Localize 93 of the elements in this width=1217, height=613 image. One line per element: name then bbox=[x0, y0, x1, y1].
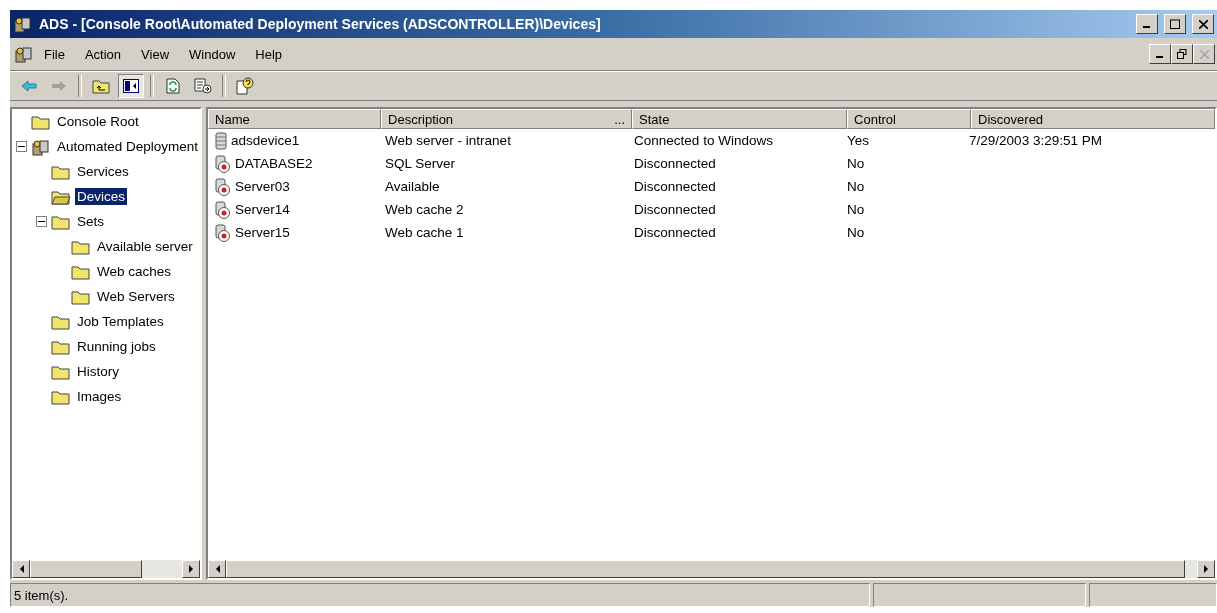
table-cell: Server03 bbox=[235, 179, 290, 194]
table-cell: Disconnected bbox=[634, 179, 716, 194]
help-icon bbox=[236, 77, 254, 95]
refresh-icon bbox=[166, 78, 180, 94]
table-cell: Disconnected bbox=[634, 202, 716, 217]
table-cell: Available bbox=[385, 179, 440, 194]
table-cell: Web cache 2 bbox=[385, 202, 464, 217]
folder-icon bbox=[51, 313, 71, 330]
scrollbar[interactable] bbox=[12, 560, 201, 578]
tree-item[interactable]: Devices bbox=[75, 188, 127, 205]
table-cell: Disconnected bbox=[634, 225, 716, 240]
menu-item[interactable]: File bbox=[34, 46, 75, 62]
server-stack-icon bbox=[31, 137, 51, 156]
folder-icon bbox=[71, 288, 91, 305]
folder-icon bbox=[31, 113, 51, 130]
table-cell: Server14 bbox=[235, 202, 290, 217]
scroll-right-icon bbox=[1203, 565, 1209, 573]
tree-item[interactable]: Web caches bbox=[95, 263, 174, 280]
scroll-left-icon bbox=[214, 565, 220, 573]
forward-arrow-icon bbox=[51, 80, 67, 92]
folder-icon bbox=[51, 338, 71, 355]
table-cell: adsdevice1 bbox=[231, 133, 300, 148]
tree-item[interactable]: History bbox=[75, 363, 121, 380]
table-cell: No bbox=[847, 179, 865, 194]
table-cell: Web server - intranet bbox=[385, 133, 511, 148]
menu-item[interactable]: View bbox=[131, 46, 180, 62]
menu-item[interactable]: Action bbox=[74, 46, 132, 62]
tree-item[interactable]: Running jobs bbox=[75, 338, 158, 355]
menu-item[interactable]: Window bbox=[179, 46, 246, 62]
folder-icon bbox=[71, 263, 91, 280]
table-cell: 7/29/2003 3:29:51 PM bbox=[969, 133, 1102, 148]
tree-item[interactable]: Job Templates bbox=[75, 313, 166, 330]
maximize-button[interactable] bbox=[1164, 14, 1186, 34]
tree-item[interactable]: Automated Deployment bbox=[55, 138, 201, 155]
status-text: 5 item(s). bbox=[14, 587, 69, 603]
pane-toggle-icon bbox=[123, 79, 139, 93]
table-cell: Yes bbox=[847, 133, 870, 148]
tree-item[interactable]: Web Servers bbox=[95, 288, 177, 305]
server-error-icon bbox=[214, 223, 233, 242]
tree-item[interactable]: Console Root bbox=[55, 113, 141, 130]
table-cell: DATABASE2 bbox=[235, 156, 313, 171]
maximize-icon bbox=[1170, 19, 1180, 29]
tree-item[interactable]: Images bbox=[75, 388, 124, 405]
close-icon bbox=[1199, 49, 1209, 59]
scrollbar[interactable] bbox=[208, 560, 1216, 578]
minimize-button[interactable] bbox=[1149, 44, 1171, 64]
table-cell: Server15 bbox=[235, 225, 290, 240]
folder-icon bbox=[51, 363, 71, 380]
open-folder-icon bbox=[51, 188, 71, 205]
toolbar-button[interactable] bbox=[118, 74, 144, 98]
tree-item[interactable]: Services bbox=[75, 163, 131, 180]
server-stack-icon bbox=[14, 45, 34, 63]
tree-item[interactable]: Available server bbox=[95, 238, 195, 255]
folder-icon bbox=[51, 163, 71, 180]
column-header[interactable]: Discovered bbox=[971, 109, 1216, 129]
collapse-toggle[interactable] bbox=[36, 216, 47, 227]
server-icon bbox=[214, 131, 229, 150]
collapse-toggle[interactable] bbox=[16, 141, 27, 152]
table-cell: Web cache 1 bbox=[385, 225, 464, 240]
server-error-icon bbox=[214, 154, 233, 173]
restore-button[interactable] bbox=[1171, 44, 1193, 64]
close-icon bbox=[1198, 19, 1208, 29]
close-button[interactable] bbox=[1193, 44, 1215, 64]
server-error-icon bbox=[214, 200, 233, 219]
server-error-icon bbox=[214, 177, 233, 196]
up-folder-icon bbox=[92, 78, 110, 94]
table-cell: Disconnected bbox=[634, 156, 716, 171]
scroll-left-icon bbox=[18, 565, 24, 573]
column-header[interactable]: Control bbox=[847, 109, 972, 129]
folder-icon bbox=[51, 388, 71, 405]
export-list-icon bbox=[194, 78, 212, 94]
table-cell: SQL Server bbox=[385, 156, 456, 171]
minus-icon bbox=[18, 143, 25, 150]
table-cell: No bbox=[847, 202, 865, 217]
back-arrow-icon bbox=[21, 80, 37, 92]
column-header[interactable]: State bbox=[632, 109, 848, 129]
folder-icon bbox=[51, 213, 71, 230]
column-header[interactable]: Description ... bbox=[381, 109, 633, 129]
server-stack-icon bbox=[13, 15, 33, 33]
tree-item[interactable]: Sets bbox=[75, 213, 106, 230]
close-button[interactable] bbox=[1192, 14, 1214, 34]
column-more: ... bbox=[614, 111, 626, 127]
table-cell: Connected to Windows bbox=[634, 133, 773, 148]
column-header[interactable]: Name bbox=[208, 109, 382, 129]
folder-icon bbox=[71, 238, 91, 255]
table-cell: No bbox=[847, 156, 865, 171]
window-title: ADS - [Console Root\Automated Deployment Services (ADSCONTROLLER)\Devices] bbox=[39, 16, 602, 32]
scroll-right-icon bbox=[188, 565, 194, 573]
restore-icon bbox=[1177, 49, 1187, 59]
menu-item[interactable]: Help bbox=[245, 46, 293, 62]
minus-icon bbox=[38, 218, 45, 225]
minimize-button[interactable] bbox=[1136, 14, 1158, 34]
table-cell: No bbox=[847, 225, 865, 240]
